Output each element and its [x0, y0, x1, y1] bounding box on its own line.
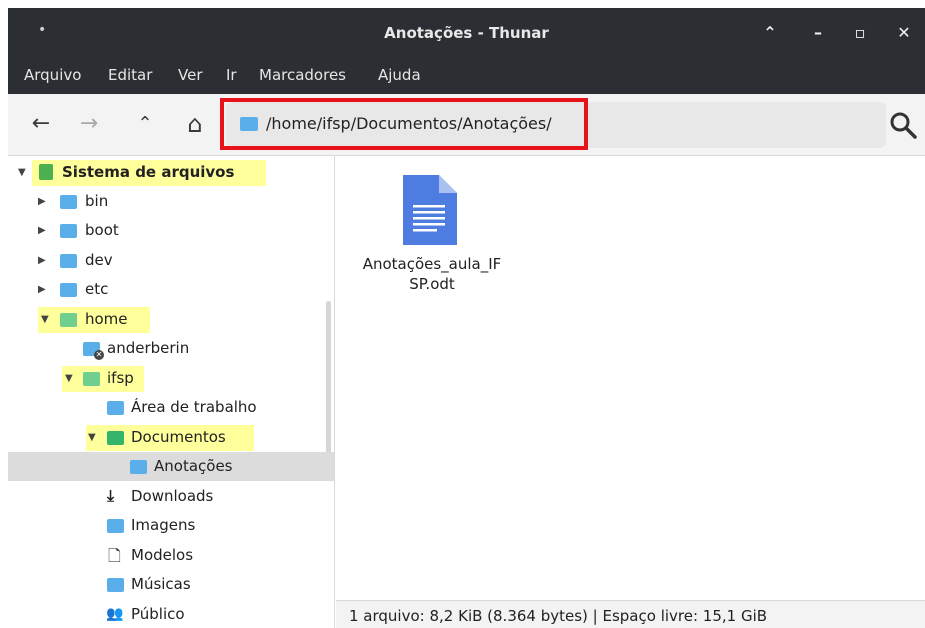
desktop-folder-icon	[107, 401, 124, 415]
expand-arrow-icon[interactable]: ▶	[38, 196, 46, 207]
folder-link-icon	[60, 195, 77, 209]
search-icon[interactable]	[888, 110, 918, 140]
folder-icon	[60, 254, 77, 268]
menu-marcadores[interactable]: Marcadores	[259, 66, 346, 84]
menu-ir[interactable]: Ir	[226, 66, 237, 84]
folder-icon	[60, 224, 77, 238]
tree-item-label: Músicas	[131, 575, 191, 593]
tree-item-label: ifsp	[107, 369, 134, 387]
folder-icon	[130, 460, 147, 474]
tree-item-label: boot	[85, 221, 119, 239]
pictures-folder-icon	[107, 519, 124, 533]
tree-item-label: Área de trabalho	[131, 398, 257, 416]
close-button[interactable]: ✕	[890, 20, 918, 46]
folder-icon	[60, 283, 77, 297]
tree-item-musicas[interactable]: Músicas	[8, 570, 334, 599]
tree-item-label: bin	[85, 192, 109, 210]
tree-item-label: dev	[85, 251, 113, 269]
menu-bar: Arquivo Editar Ver Ir Marcadores Ajuda	[8, 60, 925, 94]
tree-item-bin[interactable]: ▶ bin	[8, 187, 334, 216]
users-icon: 👥	[106, 606, 124, 622]
collapse-arrow-icon[interactable]: ▼	[18, 167, 26, 178]
home-button[interactable]: ⌂	[180, 110, 210, 140]
collapse-arrow-icon[interactable]: ▼	[41, 314, 49, 325]
tree-item-modelos[interactable]: 🗋 Modelos	[8, 541, 334, 570]
window-title: Anotações - Thunar	[384, 24, 549, 42]
shade-button[interactable]: ⌃	[756, 20, 784, 46]
music-folder-icon	[107, 578, 124, 592]
location-path[interactable]: /home/ifsp/Documentos/Anotações/	[266, 114, 552, 133]
file-name-line2: SP.odt	[409, 275, 455, 293]
forward-button[interactable]: →	[74, 110, 104, 140]
template-icon: 🗋	[108, 546, 121, 565]
menu-ajuda[interactable]: Ajuda	[378, 66, 421, 84]
expand-arrow-icon[interactable]: ▶	[38, 284, 46, 295]
tree-item-label: Imagens	[131, 516, 196, 534]
tree-item-sistema-de-arquivos[interactable]: ▼ Sistema de arquivos	[8, 158, 334, 187]
minimize-button[interactable]: –	[804, 20, 832, 46]
download-icon: ⤓	[107, 486, 115, 505]
file-view[interactable]: Anotações_aula_IF SP.odt	[336, 156, 925, 600]
tree-item-anderberin[interactable]: ✕ anderberin	[8, 334, 334, 363]
tree-item-label: Público	[131, 605, 185, 623]
location-folder-icon	[240, 117, 258, 131]
collapse-arrow-icon[interactable]: ▼	[65, 373, 73, 384]
collapse-arrow-icon[interactable]: ▼	[88, 432, 96, 443]
tree-item-label: Documentos	[131, 428, 226, 446]
document-icon	[403, 175, 457, 245]
toolbar: ← → ⌃ ⌂ /home/ifsp/Documentos/Anotações/	[8, 94, 925, 156]
tree-item-boot[interactable]: ▶ boot	[8, 216, 334, 245]
tree-item-publico[interactable]: 👥 Público	[8, 600, 334, 628]
expand-arrow-icon[interactable]: ▶	[38, 255, 46, 266]
status-bar: 1 arquivo: 8,2 KiB (8.364 bytes) | Espaç…	[336, 600, 925, 628]
tree-item-downloads[interactable]: ⤓ Downloads	[8, 482, 334, 511]
tree-item-documentos[interactable]: ▼ Documentos	[8, 423, 334, 452]
maximize-button[interactable]: ▫	[846, 20, 874, 46]
documents-folder-icon	[107, 431, 124, 445]
up-button[interactable]: ⌃	[130, 110, 160, 140]
menu-arquivo[interactable]: Arquivo	[24, 66, 81, 84]
tree-item-dev[interactable]: ▶ dev	[8, 246, 334, 275]
tree-item-area-de-trabalho[interactable]: Área de trabalho	[8, 393, 334, 422]
tree-item-home[interactable]: ▼ home	[8, 305, 334, 334]
folder-locked-icon: ✕	[83, 342, 104, 360]
file-item[interactable]: Anotações_aula_IF SP.odt	[346, 170, 518, 300]
tree-item-etc[interactable]: ▶ etc	[8, 275, 334, 304]
file-name: Anotações_aula_IF SP.odt	[346, 254, 518, 294]
back-button[interactable]: ←	[26, 110, 56, 140]
sidebar-tree: ▼ Sistema de arquivos ▶ bin ▶ boot ▶ dev…	[8, 156, 335, 628]
title-bar: • Anotações - Thunar ⌃ – ▫ ✕	[8, 8, 925, 60]
status-text: 1 arquivo: 8,2 KiB (8.364 bytes) | Espaç…	[349, 607, 768, 625]
tree-item-label: anderberin	[107, 339, 190, 357]
tree-item-anotacoes[interactable]: Anotações	[8, 452, 334, 481]
home-folder-icon	[83, 372, 100, 386]
menu-editar[interactable]: Editar	[108, 66, 152, 84]
tree-item-imagens[interactable]: Imagens	[8, 511, 334, 540]
drive-icon	[39, 164, 53, 180]
tree-item-label: Anotações	[154, 457, 233, 475]
tree-item-label: Sistema de arquivos	[62, 163, 235, 181]
expand-arrow-icon[interactable]: ▶	[38, 225, 46, 236]
menu-ver[interactable]: Ver	[178, 66, 203, 84]
tree-item-label: Modelos	[131, 546, 194, 564]
folder-icon	[60, 313, 77, 327]
tree-item-label: home	[85, 310, 128, 328]
tree-item-label: etc	[85, 280, 109, 298]
file-name-line1: Anotações_aula_IF	[362, 255, 502, 273]
tree-item-label: Downloads	[131, 487, 214, 505]
tree-item-ifsp[interactable]: ▼ ifsp	[8, 364, 334, 393]
